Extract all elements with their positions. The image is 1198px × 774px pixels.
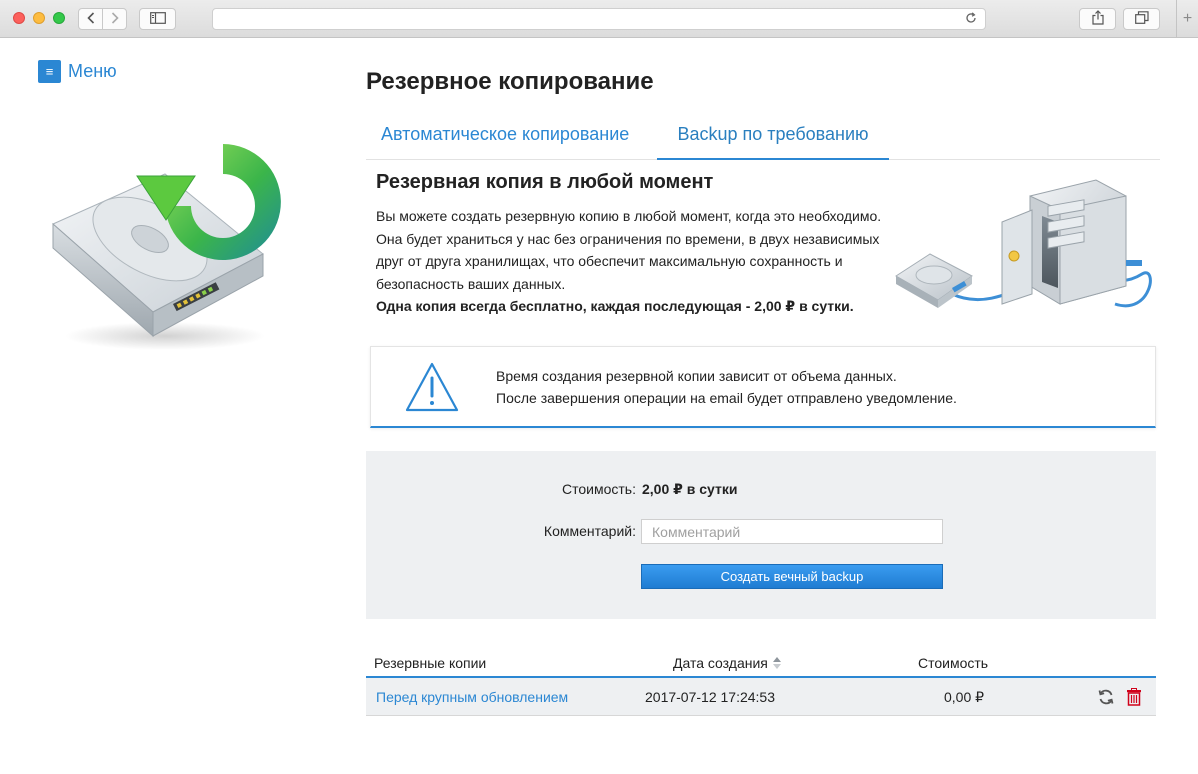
back-icon [86,11,95,27]
reload-icon[interactable] [965,12,977,27]
column-header-cost: Стоимость [918,655,989,671]
create-backup-button[interactable]: Создать вечный backup [641,564,943,589]
show-tabs-button[interactable] [1123,8,1160,30]
trash-icon[interactable] [1124,687,1144,707]
minimize-window-button[interactable] [33,12,45,24]
backups-table: Резервные копии Дата создания Стоимость … [366,645,1156,716]
notice-line-2: После завершения операции на email будет… [496,390,957,406]
zoom-window-button[interactable] [53,12,65,24]
cost-label: Стоимость: [562,481,636,497]
comment-input[interactable] [641,519,943,544]
vault-illustration [890,176,1160,331]
tab-backup-on-demand[interactable]: Backup по требованию [657,114,889,160]
cost-value: 2,00 ₽ в сутки [642,481,738,497]
tab-automatic-backup[interactable]: Автоматическое копирование [381,114,629,160]
column-header-name: Резервные копии [374,655,487,671]
menu-label: Меню [68,61,117,81]
sidebar-toggle-icon [149,11,166,27]
page-title: Резервное копирование [366,68,654,95]
forward-button[interactable] [102,8,127,30]
warning-icon [404,361,460,418]
backup-hdd-illustration [45,104,285,359]
table-row: Перед крупным обновлением 2017-07-12 17:… [366,678,1156,716]
promo-title: Резервная копия в любой момент [376,171,714,193]
restore-icon[interactable] [1096,687,1116,707]
backup-form: Стоимость: 2,00 ₽ в сутки Комментарий: С… [366,451,1156,619]
backup-date: 2017-07-12 17:24:53 [645,689,775,705]
row-actions [1096,687,1144,707]
new-tab-icon: + [1182,10,1193,27]
backup-cost: 0,00 ₽ [944,689,985,705]
back-button[interactable] [78,8,103,30]
menu-toggle[interactable]: ≡ Меню [38,60,117,83]
notice-box: Время создания резервной копии зависит о… [370,346,1156,428]
forward-icon [111,11,119,27]
notice-text: Время создания резервной копии зависит о… [496,365,957,409]
tabs-icon [1134,11,1149,27]
address-bar[interactable] [212,8,986,30]
sidebar-toggle-button[interactable] [139,8,176,30]
menu-icon: ≡ [38,60,61,83]
column-header-date-label: Дата создания [673,655,768,671]
new-tab-button[interactable]: + [1176,0,1198,38]
share-button[interactable] [1079,8,1116,30]
share-icon [1091,10,1104,28]
backup-name-link[interactable]: Перед крупным обновлением [376,689,568,705]
table-header: Резервные копии Дата создания Стоимость [366,645,1156,678]
tab-bar: Автоматическое копирование Backup по тре… [366,114,1160,160]
sort-icon[interactable] [772,656,782,670]
promo-price-note: Одна копия всегда бесплатно, каждая посл… [376,298,854,314]
promo-description: Вы можете создать резервную копию в любо… [376,208,882,292]
close-window-button[interactable] [13,12,25,24]
browser-toolbar: + [0,0,1198,38]
comment-label: Комментарий: [543,523,636,539]
column-header-date[interactable]: Дата создания [673,655,782,671]
promo-text: Вы можете создать резервную копию в любо… [376,205,896,318]
notice-line-1: Время создания резервной копии зависит о… [496,368,897,384]
